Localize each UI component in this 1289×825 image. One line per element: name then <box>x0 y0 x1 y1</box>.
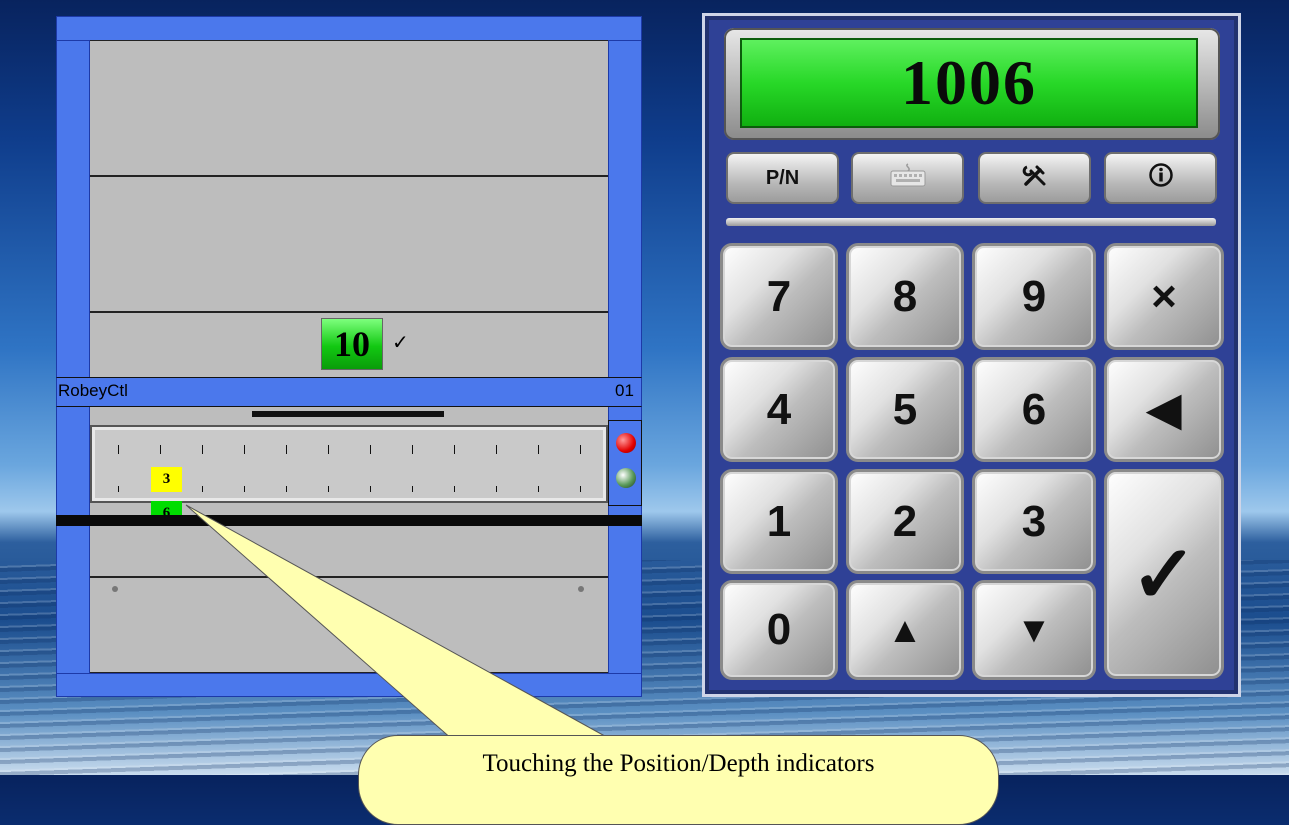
callout-bubble: Touching the Position/Depth indicators <box>358 735 999 825</box>
callout-pointer <box>185 504 613 741</box>
callout-text: Touching the Position/Depth indicators <box>482 750 875 777</box>
callout-joint <box>460 736 610 739</box>
